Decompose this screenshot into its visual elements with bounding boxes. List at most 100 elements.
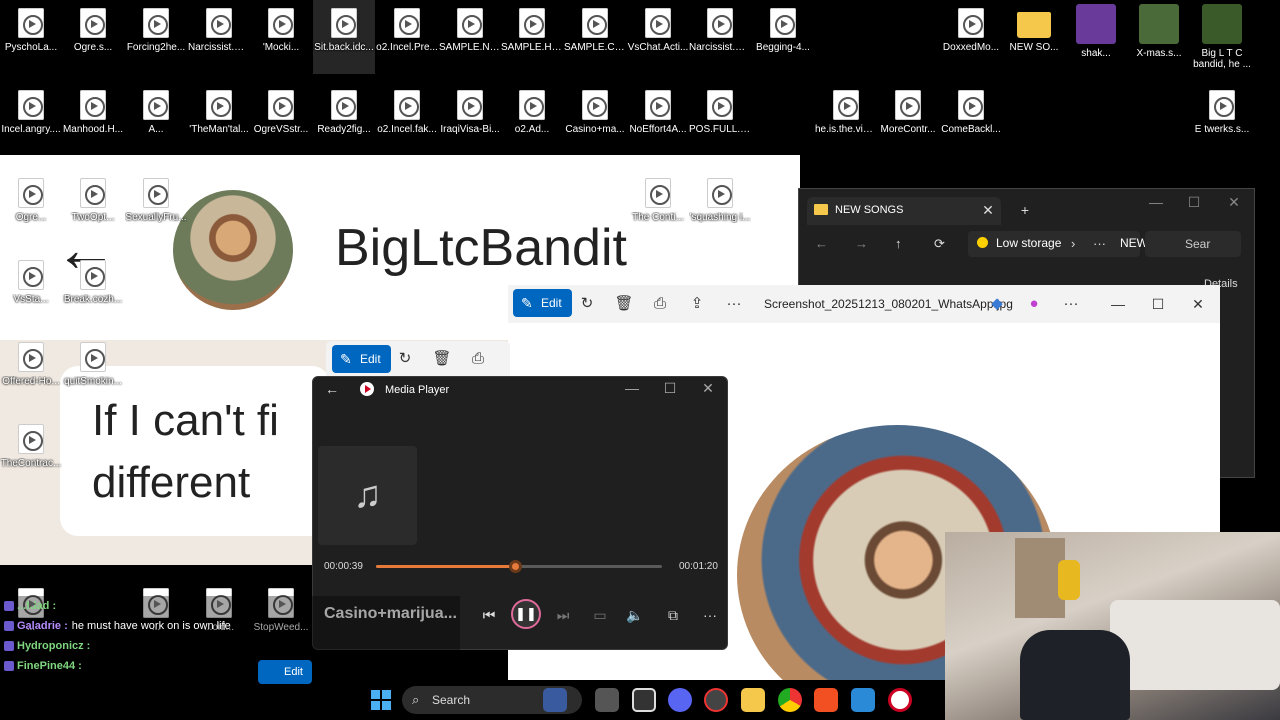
desktop-icon[interactable]: IraqiVisa-Bi... <box>439 82 501 156</box>
chat-username[interactable]: Galadrie : <box>17 620 68 632</box>
desktop-icon[interactable]: TwoOpt... <box>62 170 124 244</box>
print-icon[interactable]: ⎙ <box>466 347 490 371</box>
desktop-icon[interactable]: Ogre... <box>0 170 62 244</box>
desktop-icon[interactable]: 'TheMan'tal... <box>188 82 250 156</box>
editor-app-icon[interactable]: ◆ <box>985 292 1009 316</box>
desktop-icon[interactable]: o2.Incel.Pre... <box>376 0 438 74</box>
close-tab-icon[interactable]: ✕ <box>973 202 1003 219</box>
search-input[interactable]: Sear <box>1145 231 1241 257</box>
more-icon[interactable]: ··· <box>1093 236 1106 251</box>
close-icon[interactable]: ✕ <box>693 380 723 397</box>
refresh-icon[interactable]: ⟳ <box>934 236 945 252</box>
maximize-icon[interactable]: ☐ <box>1179 194 1209 211</box>
desktop-icon[interactable]: X-mas.s... <box>1128 0 1190 74</box>
desktop-icon[interactable]: Incel.angry.... <box>0 82 62 156</box>
desktop-icon[interactable]: E twerks.s... <box>1191 82 1253 156</box>
minimize-icon[interactable]: — <box>617 380 647 396</box>
more-icon[interactable]: ··· <box>722 292 746 316</box>
desktop-icon[interactable]: Manhood.H... <box>62 82 124 156</box>
desktop-icon[interactable]: DoxxedMo... <box>940 0 1002 74</box>
desktop-icon[interactable]: Narcissist.Fi... <box>689 0 751 74</box>
desktop-icon[interactable]: Sit.back.idc... <box>313 0 375 74</box>
desktop-icon[interactable]: The Conti... <box>627 170 689 244</box>
game-app-icon[interactable] <box>543 688 567 712</box>
up-icon[interactable]: ↑ <box>895 236 902 251</box>
desktop-icon[interactable]: POS.FULL.N... <box>689 82 751 156</box>
desktop-icon[interactable]: VsChat.Acti... <box>627 0 689 74</box>
desktop-icon[interactable]: SAMPLE.Na... <box>439 0 501 74</box>
brave-icon[interactable] <box>814 688 838 712</box>
file-explorer-icon[interactable] <box>741 688 765 712</box>
volume-icon[interactable]: 🔈 <box>623 603 647 627</box>
chrome-icon[interactable] <box>778 688 802 712</box>
desktop-icon[interactable]: Offered-Ho... <box>0 334 62 408</box>
capcut-icon[interactable] <box>632 688 656 712</box>
desktop-icon[interactable]: TheContrac... <box>0 416 62 490</box>
maximize-icon[interactable]: ☐ <box>1143 296 1173 313</box>
desktop-icon[interactable]: OgreVSstr... <box>250 82 312 156</box>
desktop-icon[interactable]: Big L T C bandid, he ... <box>1191 0 1253 80</box>
desktop-icon[interactable]: quitSmokin... <box>62 334 124 408</box>
seek-bar[interactable] <box>376 560 662 573</box>
desktop-icon[interactable]: o2.Ad... <box>501 82 563 156</box>
maximize-icon[interactable]: ☐ <box>655 380 685 397</box>
desktop-icon[interactable]: A... <box>125 82 187 156</box>
chat-username[interactable]: ...fdad : <box>17 600 56 612</box>
minimize-icon[interactable]: — <box>1103 296 1133 312</box>
captions-icon[interactable]: ▭ <box>588 603 612 627</box>
print-icon[interactable]: ⎙ <box>648 292 672 316</box>
forward-icon[interactable]: → <box>855 236 868 251</box>
desktop-icon[interactable]: Break.cozh... <box>62 252 124 326</box>
desktop-icon[interactable]: NEW SO... <box>1003 0 1065 74</box>
rotate-icon[interactable]: ↻ <box>393 347 417 371</box>
desktop-icon[interactable]: 'Mocki... <box>250 0 312 74</box>
desktop-icon[interactable]: Forcing2he... <box>125 0 187 74</box>
task-view-icon[interactable] <box>595 688 619 712</box>
miniplayer-icon[interactable]: ⧉ <box>661 603 685 627</box>
pause-button[interactable]: ❚❚ <box>511 599 541 629</box>
media-player-icon[interactable] <box>888 688 912 712</box>
delete-icon[interactable]: 🗑 <box>612 292 636 316</box>
storage-warning[interactable]: Low storage <box>996 236 1061 250</box>
desktop-icon[interactable]: Begging-4... <box>752 0 814 74</box>
minimize-icon[interactable]: — <box>1141 194 1171 210</box>
desktop-icon[interactable]: SexuallyFru... <box>125 170 187 244</box>
rotate-icon[interactable]: ↻ <box>575 292 599 316</box>
chat-username[interactable]: Hydroponicz : <box>17 640 90 652</box>
desktop-icon[interactable]: MoreContr... <box>877 82 939 156</box>
previous-icon[interactable]: ⏮ <box>477 603 501 627</box>
desktop-icon[interactable]: Ogre.s... <box>62 0 124 74</box>
chat-username[interactable]: FinePine44 : <box>17 660 82 672</box>
desktop-icon[interactable]: VsSta... <box>0 252 62 326</box>
profile-avatar[interactable] <box>173 190 293 310</box>
discord-icon[interactable] <box>668 688 692 712</box>
windows-start-icon[interactable] <box>371 690 391 710</box>
back-icon[interactable]: ← <box>815 236 828 251</box>
share-icon[interactable]: ⇪ <box>685 292 709 316</box>
copilot-icon[interactable]: ● <box>1022 292 1046 316</box>
edit-button[interactable]: Edit <box>332 345 391 373</box>
path-segment[interactable]: NEW <box>1120 236 1148 250</box>
close-icon[interactable]: ✕ <box>1219 194 1249 211</box>
desktop-icon[interactable]: ComeBackl... <box>940 82 1002 156</box>
desktop-icon[interactable]: Narcissist.G... <box>188 0 250 74</box>
obs-icon[interactable] <box>704 688 728 712</box>
desktop-icon[interactable]: SAMPLE.Ca... <box>564 0 626 74</box>
edit-button[interactable]: Edit <box>513 289 572 317</box>
delete-icon[interactable]: 🗑 <box>430 347 454 371</box>
desktop-icon[interactable]: PyschoLa... <box>0 0 62 74</box>
edit-button[interactable]: Edit <box>258 660 312 684</box>
desktop-icon[interactable]: Casino+ma... <box>564 82 626 156</box>
desktop-icon[interactable]: NoEffort4A... <box>627 82 689 156</box>
new-tab-icon[interactable]: + <box>1010 202 1040 218</box>
desktop-icon[interactable]: 'squashing i... <box>689 170 751 244</box>
desktop-icon[interactable]: o2.Incel.fak... <box>376 82 438 156</box>
more-icon[interactable]: ··· <box>1059 292 1083 316</box>
close-icon[interactable]: ✕ <box>1183 296 1213 313</box>
desktop-icon[interactable]: Ready2fig... <box>313 82 375 156</box>
more-icon[interactable]: ··· <box>698 603 722 627</box>
next-icon[interactable]: ⏭ <box>551 603 575 627</box>
desktop-icon[interactable]: SAMPLE.Hid... <box>501 0 563 74</box>
desktop-icon[interactable]: he.is.the.vict... <box>815 82 877 156</box>
desktop-icon[interactable]: shak... <box>1065 0 1127 74</box>
